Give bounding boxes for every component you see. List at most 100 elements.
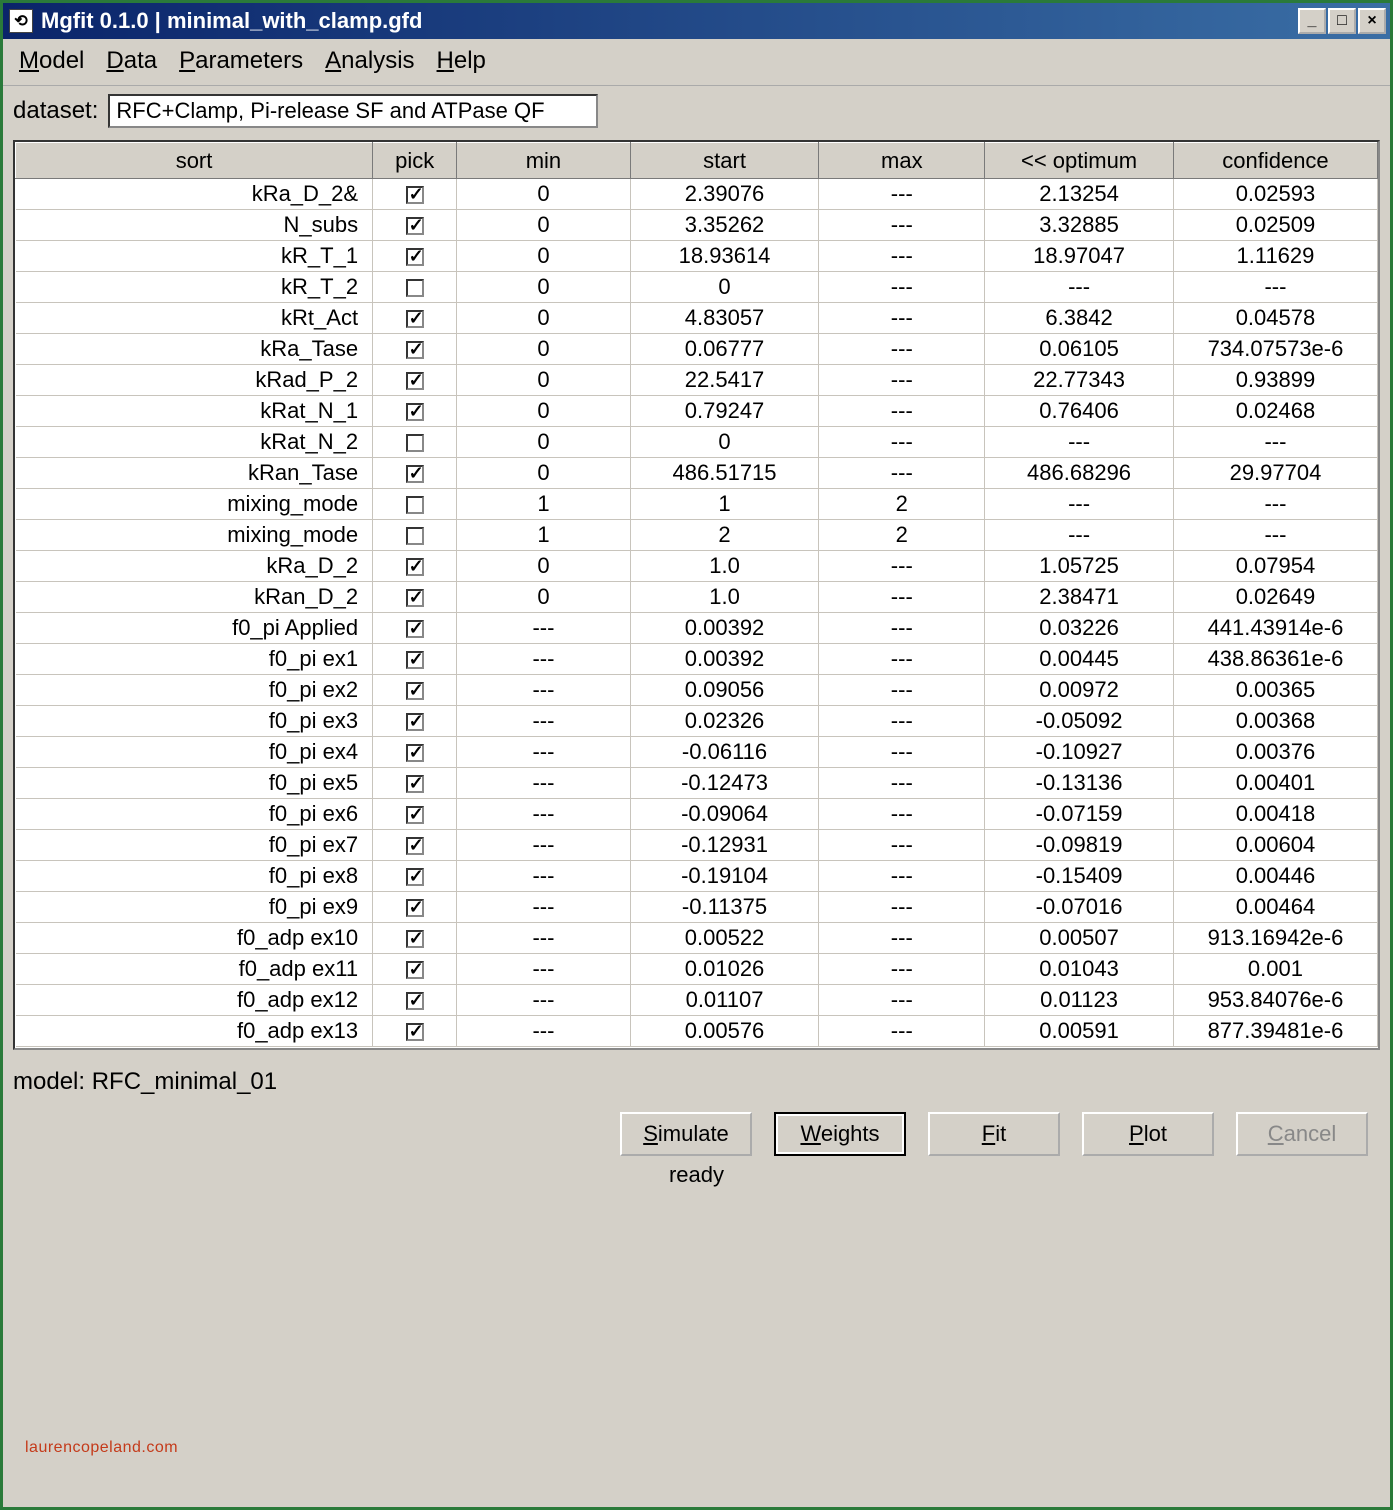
pick-checkbox[interactable] [406, 589, 424, 607]
cell-opt[interactable]: 0.00972 [985, 675, 1174, 706]
cell-sort[interactable]: kRat_N_2 [16, 427, 373, 458]
pick-checkbox[interactable] [406, 682, 424, 700]
cell-start[interactable]: 2.39076 [630, 179, 819, 210]
pick-checkbox[interactable] [406, 527, 424, 545]
cell-conf[interactable]: --- [1173, 272, 1377, 303]
pick-checkbox[interactable] [406, 558, 424, 576]
cell-max[interactable]: --- [819, 551, 985, 582]
cell-min[interactable]: 0 [457, 427, 630, 458]
maximize-button[interactable]: □ [1328, 8, 1356, 34]
cell-max[interactable]: 2 [819, 520, 985, 551]
cell-conf[interactable]: 0.00365 [1173, 675, 1377, 706]
cell-max[interactable]: --- [819, 799, 985, 830]
cell-conf[interactable]: 0.00401 [1173, 768, 1377, 799]
cell-sort[interactable]: f0_pi ex9 [16, 892, 373, 923]
cell-conf[interactable]: 438.86361e-6 [1173, 644, 1377, 675]
cell-sort[interactable]: N_subs [16, 210, 373, 241]
cell-max[interactable]: --- [819, 179, 985, 210]
col-header-max[interactable]: max [819, 143, 985, 179]
cell-max[interactable]: --- [819, 365, 985, 396]
cell-pick[interactable] [373, 985, 457, 1016]
pick-checkbox[interactable] [406, 651, 424, 669]
cell-conf[interactable]: 0.00368 [1173, 706, 1377, 737]
cell-conf[interactable]: 29.97704 [1173, 458, 1377, 489]
cell-opt[interactable]: 0.00445 [985, 644, 1174, 675]
cell-opt[interactable]: -0.07159 [985, 799, 1174, 830]
pick-checkbox[interactable] [406, 1023, 424, 1041]
cell-min[interactable]: 0 [457, 396, 630, 427]
cell-start[interactable]: 0.02326 [630, 706, 819, 737]
cell-min[interactable]: --- [457, 799, 630, 830]
cell-pick[interactable] [373, 830, 457, 861]
cell-max[interactable]: --- [819, 706, 985, 737]
cell-pick[interactable] [373, 613, 457, 644]
cell-start[interactable]: 0.09056 [630, 675, 819, 706]
pick-checkbox[interactable] [406, 341, 424, 359]
cell-sort[interactable]: f0_adp ex12 [16, 985, 373, 1016]
cell-sort[interactable]: mixing_mode [16, 489, 373, 520]
cell-start[interactable]: 486.51715 [630, 458, 819, 489]
cell-max[interactable]: --- [819, 396, 985, 427]
cell-max[interactable]: --- [819, 954, 985, 985]
cell-pick[interactable] [373, 799, 457, 830]
cell-opt[interactable]: 0.01123 [985, 985, 1174, 1016]
cell-start[interactable]: 0.79247 [630, 396, 819, 427]
pick-checkbox[interactable] [406, 279, 424, 297]
cell-conf[interactable]: 0.04578 [1173, 303, 1377, 334]
cell-sort[interactable]: f0_pi ex6 [16, 799, 373, 830]
pick-checkbox[interactable] [406, 372, 424, 390]
plot-button[interactable]: Plot [1082, 1112, 1214, 1156]
menu-data[interactable]: Data [106, 47, 157, 75]
cell-opt[interactable]: 0.06105 [985, 334, 1174, 365]
fit-button[interactable]: Fit [928, 1112, 1060, 1156]
cell-sort[interactable]: kRan_Tase [16, 458, 373, 489]
cell-start[interactable]: -0.09064 [630, 799, 819, 830]
cell-pick[interactable] [373, 861, 457, 892]
cell-start[interactable]: 1.0 [630, 551, 819, 582]
cell-pick[interactable] [373, 923, 457, 954]
cell-opt[interactable]: --- [985, 489, 1174, 520]
cell-pick[interactable] [373, 582, 457, 613]
cell-opt[interactable]: -0.05092 [985, 706, 1174, 737]
cell-max[interactable]: --- [819, 861, 985, 892]
cell-max[interactable]: --- [819, 241, 985, 272]
pick-checkbox[interactable] [406, 806, 424, 824]
col-header-start[interactable]: start [630, 143, 819, 179]
cell-max[interactable]: 2 [819, 489, 985, 520]
cell-sort[interactable]: f0_pi ex5 [16, 768, 373, 799]
cell-sort[interactable]: mixing_mode [16, 520, 373, 551]
pick-checkbox[interactable] [406, 434, 424, 452]
cell-sort[interactable]: kR_T_1 [16, 241, 373, 272]
cell-opt[interactable]: 486.68296 [985, 458, 1174, 489]
pick-checkbox[interactable] [406, 837, 424, 855]
cell-conf[interactable]: --- [1173, 520, 1377, 551]
cell-max[interactable]: --- [819, 210, 985, 241]
cell-conf[interactable]: 877.39481e-6 [1173, 1016, 1377, 1047]
cell-pick[interactable] [373, 768, 457, 799]
pick-checkbox[interactable] [406, 217, 424, 235]
cell-min[interactable]: --- [457, 1016, 630, 1047]
cell-min[interactable]: --- [457, 737, 630, 768]
cell-max[interactable]: --- [819, 737, 985, 768]
cell-pick[interactable] [373, 1016, 457, 1047]
cell-max[interactable]: --- [819, 1016, 985, 1047]
cell-min[interactable]: --- [457, 644, 630, 675]
pick-checkbox[interactable] [406, 620, 424, 638]
cell-conf[interactable]: 0.02509 [1173, 210, 1377, 241]
cell-max[interactable]: --- [819, 272, 985, 303]
cell-min[interactable]: 0 [457, 334, 630, 365]
cell-start[interactable]: 2 [630, 520, 819, 551]
cell-pick[interactable] [373, 706, 457, 737]
cell-sort[interactable]: kRa_D_2& [16, 179, 373, 210]
cell-max[interactable]: --- [819, 582, 985, 613]
cell-min[interactable]: 0 [457, 272, 630, 303]
cell-max[interactable]: --- [819, 427, 985, 458]
pick-checkbox[interactable] [406, 248, 424, 266]
cell-max[interactable]: --- [819, 675, 985, 706]
cell-max[interactable]: --- [819, 923, 985, 954]
cell-start[interactable]: -0.11375 [630, 892, 819, 923]
cell-start[interactable]: 0.01107 [630, 985, 819, 1016]
cell-opt[interactable]: 22.77343 [985, 365, 1174, 396]
cell-max[interactable]: --- [819, 303, 985, 334]
cell-pick[interactable] [373, 396, 457, 427]
